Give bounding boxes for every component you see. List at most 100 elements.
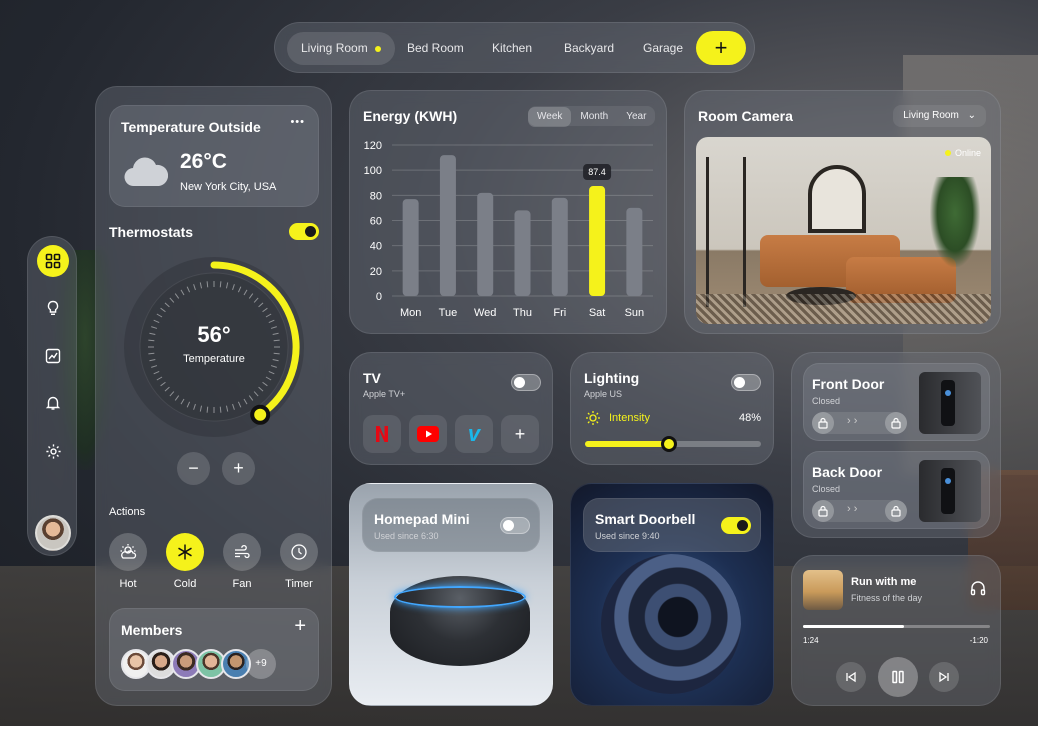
back-door-status: Closed — [812, 484, 841, 494]
toggle-knob — [503, 520, 514, 531]
y-tick-label: 20 — [370, 266, 382, 278]
member-avatars: +9 — [121, 649, 311, 681]
room-camera-card: Room Camera Living Room ⌄ Online — [684, 90, 1001, 334]
pause-button[interactable] — [878, 657, 918, 697]
dashboard-icon[interactable] — [37, 245, 69, 277]
camera-room-select[interactable]: Living Room ⌄ — [893, 105, 986, 127]
more-members-count[interactable]: +9 — [246, 649, 276, 679]
fan-label: Fan — [232, 578, 252, 590]
previous-track-button[interactable] — [836, 662, 866, 692]
wind-icon — [235, 544, 250, 559]
climate-panel: Temperature Outside ••• 26°C New York Ci… — [95, 86, 332, 706]
doorbell-header: Smart Doorbell Used since 9:40 — [583, 498, 761, 552]
skip-back-icon — [846, 671, 856, 683]
youtube-icon[interactable] — [409, 415, 447, 453]
more-menu-button[interactable]: ••• — [290, 116, 305, 128]
homepad-title: Homepad Mini — [374, 511, 470, 527]
camera-status-label: Online — [954, 148, 981, 158]
dial-tick — [206, 281, 209, 288]
bell-icon[interactable] — [37, 387, 69, 419]
bulb-icon[interactable] — [37, 292, 69, 324]
y-tick-label: 60 — [370, 216, 382, 228]
y-tick-label: 40 — [370, 241, 382, 253]
tab-garage[interactable]: Garage — [629, 32, 697, 65]
track-progress[interactable] — [803, 625, 990, 628]
tab-living-room[interactable]: Living Room — [287, 32, 395, 65]
lighting-toggle[interactable] — [731, 374, 761, 391]
timer-label: Timer — [285, 578, 313, 590]
toggle-knob — [737, 520, 748, 531]
tab-kitchen[interactable]: Kitchen — [478, 32, 546, 65]
add-member-button[interactable]: + — [294, 615, 306, 638]
add-room-button[interactable]: + — [696, 31, 746, 65]
lighting-title: Lighting — [584, 370, 640, 386]
weather-title: Temperature Outside — [121, 119, 261, 135]
next-track-button[interactable] — [929, 662, 959, 692]
weather-card: Temperature Outside ••• 26°C New York Ci… — [109, 105, 319, 207]
y-tick-label: 120 — [364, 140, 382, 152]
increase-temperature-button[interactable]: + — [222, 452, 255, 485]
energy-bar — [402, 199, 419, 296]
camera-feed[interactable]: Online — [696, 137, 991, 324]
fan-mode-button[interactable] — [223, 533, 261, 571]
hot-label: Hot — [119, 578, 137, 590]
lighting-subtitle: Apple US — [584, 389, 623, 399]
netflix-icon[interactable] — [363, 415, 401, 453]
tab-bed-room[interactable]: Bed Room — [393, 32, 478, 65]
lock-icon — [812, 412, 834, 434]
homepad-toggle[interactable] — [500, 517, 530, 534]
cold-mode-button[interactable] — [166, 533, 204, 571]
online-dot — [944, 150, 951, 156]
camera-status: Online — [944, 148, 981, 158]
user-avatar[interactable] — [35, 515, 71, 551]
dial-tick — [219, 406, 222, 413]
bottom-strip — [0, 726, 1038, 734]
hot-mode-button[interactable] — [109, 533, 147, 571]
track-title: Run with me — [851, 576, 917, 588]
chevron-right-icon: › › — [847, 415, 858, 427]
track-subtitle: Fitness of the day — [851, 593, 923, 603]
decrease-temperature-button[interactable]: − — [177, 452, 210, 485]
homepad-subtitle: Used since 6:30 — [374, 531, 439, 541]
chart-icon[interactable] — [37, 340, 69, 372]
lighting-card: Lighting Apple US Intensity 48% — [570, 352, 774, 465]
headphones-icon[interactable] — [970, 580, 986, 601]
x-tick-label: Wed — [474, 307, 496, 319]
doorbell-toggle[interactable] — [721, 517, 751, 534]
x-tick-label: Fri — [553, 307, 566, 319]
gear-icon[interactable] — [37, 435, 69, 467]
tab-backyard[interactable]: Backyard — [550, 32, 628, 65]
thermostat-value: 56° — [197, 322, 231, 347]
music-player: Run with me Fitness of the day 1:24 -1:2… — [791, 555, 1001, 706]
intensity-slider[interactable] — [585, 436, 761, 452]
add-app-button[interactable]: + — [501, 415, 539, 453]
thermostat-toggle[interactable] — [289, 223, 319, 240]
intensity-handle[interactable] — [661, 436, 678, 452]
energy-bar — [589, 186, 606, 296]
energy-bar — [477, 192, 494, 296]
outside-temperature: 26°C — [180, 150, 227, 173]
cold-label: Cold — [173, 578, 197, 590]
camera-room-label: Living Room — [903, 110, 959, 121]
back-door-lock-slider[interactable]: › › — [812, 500, 907, 522]
x-tick-label: Thu — [513, 307, 532, 319]
tv-subtitle: Apple TV+ — [363, 389, 406, 399]
vimeo-icon[interactable]: v — [455, 415, 493, 453]
energy-bar-chart: 0 20 40 60 80 100 120 Mon Tue Wed Thu Fri Sat 87.4 Sun — [364, 140, 653, 319]
x-tick-label: Mon — [400, 307, 421, 319]
front-door-lock-image — [919, 372, 981, 434]
energy-chart-card: Energy (KWH) Week Month Year 0 20 40 60 80 100 1… — [349, 90, 667, 334]
timer-mode-button[interactable] — [280, 533, 318, 571]
y-tick-label: 100 — [364, 165, 382, 177]
thermostat-title: Thermostats — [109, 224, 194, 240]
bar-value-label: 87.4 — [588, 167, 606, 177]
rug — [696, 294, 991, 324]
tv-toggle[interactable] — [511, 374, 541, 391]
wall-mirror — [808, 165, 866, 233]
back-door-card: Back Door Closed › › — [803, 451, 990, 529]
lock-icon — [885, 412, 907, 434]
dial-tick — [219, 281, 222, 288]
thermostat-dial[interactable]: 56° Temperature — [122, 255, 306, 439]
thermostat-label: Temperature — [183, 353, 245, 365]
front-door-lock-slider[interactable]: › › — [812, 412, 907, 434]
